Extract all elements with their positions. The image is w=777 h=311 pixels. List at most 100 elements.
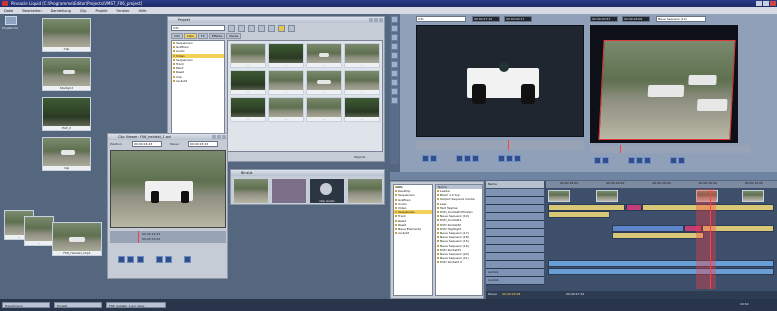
position-field[interactable]: 00:00:26:23 <box>132 141 162 147</box>
bin-selector[interactable]: Info <box>171 25 225 31</box>
clip-thumbnail[interactable] <box>233 178 269 204</box>
play-button[interactable] <box>636 157 643 164</box>
track-header[interactable] <box>486 253 544 261</box>
tab-fx[interactable]: FX <box>197 33 208 39</box>
toolbar-icon[interactable] <box>248 25 255 32</box>
panel-min-button[interactable] <box>369 18 373 22</box>
source-playhead[interactable] <box>508 140 509 150</box>
menu-item-view[interactable]: Darstellung <box>51 9 71 13</box>
track-header[interactable] <box>486 189 544 197</box>
clip-thumbnail[interactable] <box>347 178 383 204</box>
tab-clips[interactable]: Clips <box>183 33 197 39</box>
clip-thumbnail[interactable] <box>742 190 764 202</box>
stacked-clip-thumbnail[interactable]: F06_Heidekl_Clip1 <box>52 222 102 256</box>
clip-thumbnail[interactable]: Clip <box>42 18 91 52</box>
tool-icon[interactable] <box>391 70 398 77</box>
clip-thumbnail[interactable]: .. <box>306 97 342 122</box>
rewind-button[interactable] <box>594 157 601 164</box>
clip-thumbnail[interactable] <box>271 178 307 204</box>
stacked-clip-thumbnail[interactable]: ... <box>24 216 54 246</box>
tool-icon[interactable] <box>391 16 398 23</box>
menu-item-help[interactable]: Hilfe <box>139 9 147 13</box>
rewind-button[interactable] <box>118 256 125 263</box>
toolbar-icon[interactable] <box>228 25 235 32</box>
forward-button[interactable] <box>678 157 685 164</box>
tool-icon[interactable] <box>391 61 398 68</box>
timeline-clip[interactable] <box>612 232 704 239</box>
maximize-button[interactable] <box>763 1 769 6</box>
forward-button[interactable] <box>136 256 144 263</box>
track-header[interactable] <box>486 213 544 221</box>
menu-item-edit[interactable]: Bearbeiten <box>22 9 41 13</box>
timeline-playhead[interactable] <box>710 189 711 289</box>
clip-audio-thumbnail[interactable]: Clip Audio <box>309 178 345 204</box>
timeline-ruler[interactable]: 00:00:24:00 00:00:26:00 00:00:28:00 00:0… <box>546 181 777 188</box>
tool-icon[interactable] <box>391 52 398 59</box>
track-header[interactable] <box>486 221 544 229</box>
record-timebar[interactable] <box>590 145 750 153</box>
step-back-button[interactable] <box>430 155 437 162</box>
clip-thumbnail[interactable]: .. <box>344 43 380 68</box>
clip-thumbnail[interactable]: .. <box>344 70 380 95</box>
tool-icon[interactable] <box>391 88 398 95</box>
audio-clip[interactable] <box>548 268 774 275</box>
mark-out-button[interactable] <box>472 155 479 162</box>
timeline-clip-selected[interactable] <box>626 204 642 211</box>
clip-thumbnail[interactable]: .. <box>306 43 342 68</box>
source-timebar[interactable] <box>416 140 584 150</box>
menu-item-project[interactable]: Projekt <box>95 9 107 13</box>
tool-icon[interactable] <box>391 97 398 104</box>
play-button[interactable] <box>464 155 471 162</box>
clip-thumbnail[interactable]: .. <box>306 70 342 95</box>
tool-icon[interactable] <box>391 79 398 86</box>
playhead[interactable] <box>138 231 139 243</box>
mark-in-button[interactable] <box>155 256 163 263</box>
clip-thumbnail[interactable]: .. <box>230 97 266 122</box>
clip-thumbnail[interactable]: .. <box>268 97 304 122</box>
play-button[interactable] <box>127 256 135 263</box>
clip-thumbnail[interactable]: Exit_2 <box>42 97 91 131</box>
track-header[interactable] <box>486 205 544 213</box>
track-header[interactable] <box>486 261 544 269</box>
tree-item[interactable]: rec&dit <box>172 79 224 83</box>
track-header[interactable] <box>486 229 544 237</box>
panel-min-button[interactable] <box>212 135 216 139</box>
mark-out-button[interactable] <box>165 256 173 263</box>
record-playhead[interactable] <box>620 145 621 153</box>
track-header-audio1[interactable]: Audio1 <box>486 269 544 277</box>
source-clip-select[interactable]: info <box>416 16 466 22</box>
clip-thumbnail[interactable]: Clip <box>42 137 91 171</box>
panel-close-button[interactable] <box>222 135 226 139</box>
panel-max-button[interactable] <box>374 18 378 22</box>
menu-item-file[interactable]: Datei <box>4 9 13 13</box>
tab-info[interactable]: Info <box>171 33 183 39</box>
toolbar-icon[interactable] <box>268 25 275 32</box>
tree-item[interactable]: rec&dit <box>394 231 432 235</box>
clip-timebar[interactable]: 00:00:16:15 00:00:30:22 <box>110 231 226 243</box>
rewind-button[interactable] <box>422 155 429 162</box>
project-desktop-icon[interactable] <box>5 16 17 25</box>
taskbar-item[interactable]: Projekt <box>54 302 102 308</box>
taskbar-item[interactable]: Hauptmenü <box>2 302 50 308</box>
panel-close-button[interactable] <box>379 18 383 22</box>
splice-button[interactable] <box>184 256 192 263</box>
close-button[interactable] <box>770 1 776 6</box>
tab-media[interactable]: Media <box>226 33 242 39</box>
menu-item-window[interactable]: Fenster <box>117 9 130 13</box>
clip-thumbnail[interactable]: .. <box>344 97 380 122</box>
toolbar-icon[interactable] <box>278 25 285 32</box>
step-forward-button[interactable] <box>498 155 505 162</box>
taskbar-item[interactable]: F06_heidekl_1.avi_Clips <box>106 302 166 308</box>
duration-field[interactable]: 00:00:15:15 <box>188 141 218 147</box>
mark-in-button[interactable] <box>628 157 635 164</box>
toolbar-icon[interactable] <box>238 25 245 32</box>
tool-icon[interactable] <box>391 34 398 41</box>
toolbar-icon[interactable] <box>258 25 265 32</box>
clip-thumbnail[interactable]: .. <box>230 70 266 95</box>
clip-thumbnail[interactable] <box>548 190 570 202</box>
sequence-select[interactable]: Neue Sequenz (12) <box>656 16 706 22</box>
mark-in-button[interactable] <box>456 155 463 162</box>
tab-effects[interactable]: Effekte <box>208 33 226 39</box>
mark-out-button[interactable] <box>644 157 651 164</box>
clip-thumbnail[interactable]: .. <box>268 43 304 68</box>
